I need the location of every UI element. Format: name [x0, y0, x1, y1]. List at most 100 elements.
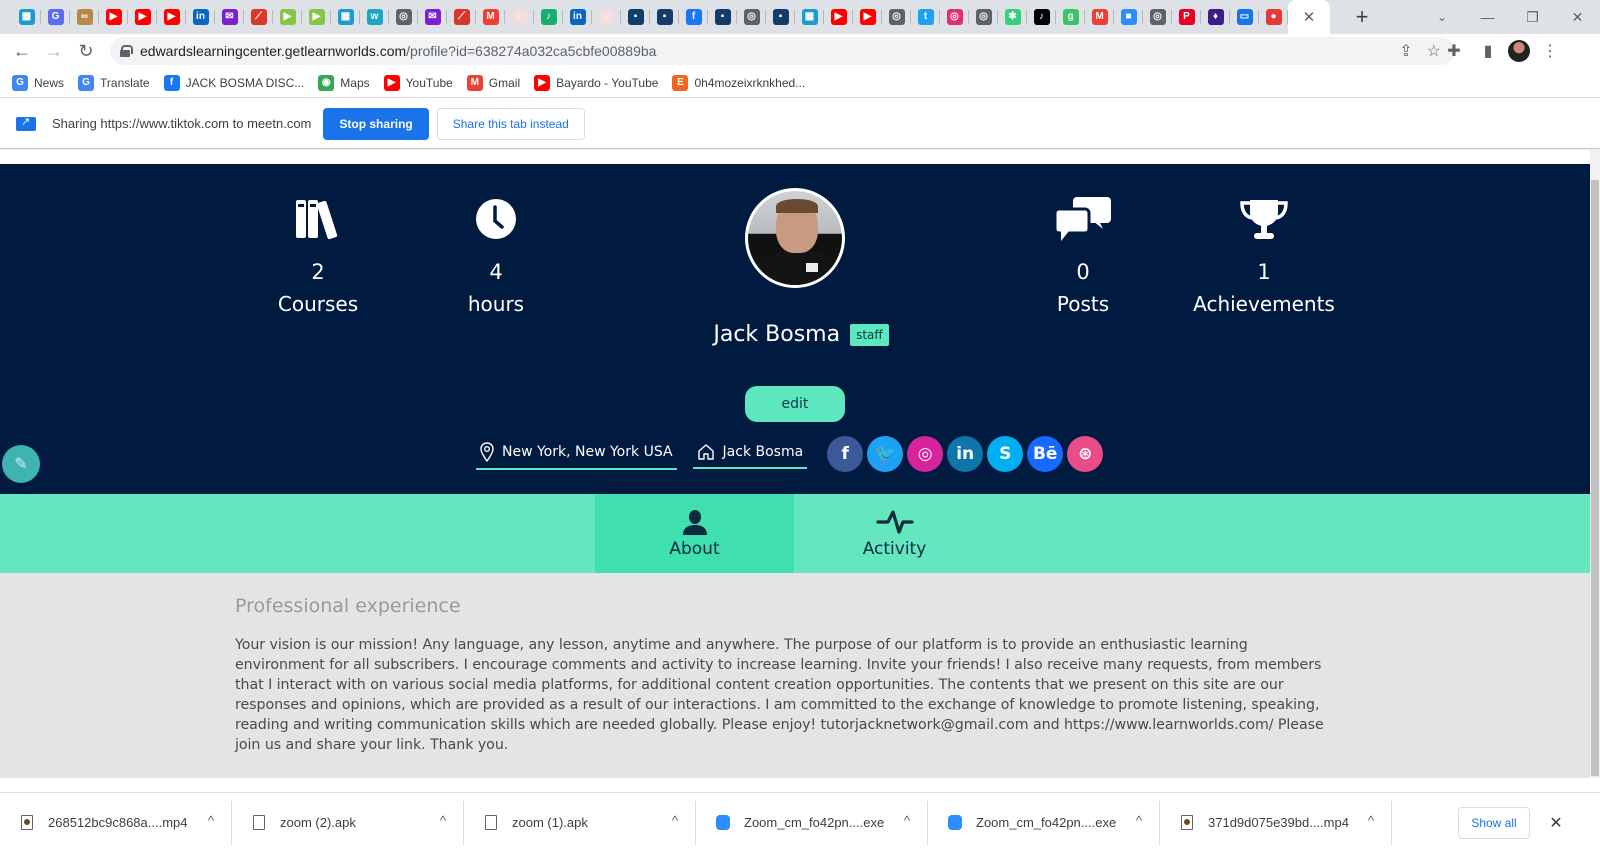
chevron-up-icon[interactable]: ^: [672, 813, 678, 828]
bookmark-item[interactable]: ▶ Bayardo - YouTube: [534, 74, 658, 91]
browser-tab[interactable]: ◎: [389, 0, 418, 34]
browser-tab[interactable]: ▶: [157, 0, 186, 34]
browser-tab[interactable]: ♪: [1027, 0, 1056, 34]
facebook-icon[interactable]: f: [827, 436, 864, 472]
share-icon[interactable]: ⇪: [1399, 41, 1412, 61]
active-browser-tab[interactable]: ✕: [1288, 0, 1330, 34]
browser-tab[interactable]: ▶: [273, 0, 302, 34]
browser-tab[interactable]: ♦: [1201, 0, 1230, 34]
browser-tab[interactable]: ■: [1114, 0, 1143, 34]
address-bar[interactable]: edwardslearningcenter.getlearnworlds.com…: [110, 37, 1455, 65]
download-item[interactable]: zoom (1).apk ^: [464, 793, 696, 853]
website-link[interactable]: Jack Bosma: [692, 439, 808, 469]
extensions-icon[interactable]: ✚: [1440, 37, 1468, 65]
tab-about[interactable]: About: [595, 494, 794, 582]
browser-tab[interactable]: f: [679, 0, 708, 34]
browser-tab[interactable]: ◎: [737, 0, 766, 34]
browser-tab[interactable]: ▶: [853, 0, 882, 34]
browser-tab[interactable]: ▦: [12, 0, 41, 34]
maximize-button[interactable]: ❐: [1510, 0, 1555, 34]
browser-tab[interactable]: G: [41, 0, 70, 34]
download-item[interactable]: Zoom_cm_fo42pn....exe ^: [928, 793, 1160, 853]
close-tab-icon[interactable]: ✕: [1303, 8, 1316, 26]
browser-tab[interactable]: ▶: [824, 0, 853, 34]
share-this-tab-button[interactable]: Share this tab instead: [436, 107, 585, 140]
linkedin-icon[interactable]: in: [947, 436, 984, 472]
close-downloads-button[interactable]: ✕: [1540, 807, 1572, 839]
browser-tab[interactable]: ⟋: [447, 0, 476, 34]
twitter-icon[interactable]: 🐦: [867, 436, 904, 472]
browser-tab[interactable]: t: [911, 0, 940, 34]
download-item[interactable]: zoom (2).apk ^: [232, 793, 464, 853]
browser-tab[interactable]: ○: [505, 0, 534, 34]
browser-tab[interactable]: ✱: [998, 0, 1027, 34]
bookmark-item[interactable]: G Translate: [78, 74, 150, 91]
new-tab-button[interactable]: +: [1348, 4, 1376, 30]
stat-posts[interactable]: 0 Posts: [993, 196, 1173, 316]
browser-tab[interactable]: ▦: [331, 0, 360, 34]
browser-tab[interactable]: ▦: [795, 0, 824, 34]
chevron-up-icon[interactable]: ^: [208, 813, 214, 828]
browser-tab[interactable]: ♪: [534, 0, 563, 34]
skype-icon[interactable]: S: [987, 436, 1024, 472]
reload-button[interactable]: ↻: [70, 35, 102, 67]
browser-tab[interactable]: ✉: [418, 0, 447, 34]
browser-tab[interactable]: ✉: [215, 0, 244, 34]
location-link[interactable]: New York, New York USA: [476, 438, 677, 470]
tab-activity[interactable]: Activity: [795, 494, 994, 573]
bookmark-item[interactable]: E 0h4mozeixrknkhed...: [672, 74, 805, 91]
bookmark-item[interactable]: f JACK BOSMA DISC...: [163, 74, 304, 91]
browser-tab[interactable]: ▪: [621, 0, 650, 34]
back-button[interactable]: ←: [6, 35, 38, 67]
browser-tab[interactable]: ∞: [70, 0, 99, 34]
browser-tab[interactable]: ●: [1259, 0, 1288, 34]
menu-icon[interactable]: ⋮: [1536, 37, 1564, 65]
browser-tab[interactable]: ▶: [302, 0, 331, 34]
side-panel-icon[interactable]: ▮: [1474, 37, 1502, 65]
behance-icon[interactable]: Bē: [1027, 436, 1064, 472]
browser-tab[interactable]: ◎: [969, 0, 998, 34]
page-scrollbar[interactable]: [1590, 150, 1600, 778]
scrollbar-thumb[interactable]: [1591, 180, 1599, 776]
browser-tab[interactable]: ○: [592, 0, 621, 34]
bookmark-item[interactable]: ▶ YouTube: [383, 74, 453, 91]
chevron-up-icon[interactable]: ^: [904, 813, 910, 828]
browser-tab[interactable]: ⟋: [244, 0, 273, 34]
browser-tab[interactable]: ▶: [99, 0, 128, 34]
dribbble-icon[interactable]: ⊛: [1067, 436, 1104, 472]
minimize-button[interactable]: —: [1465, 0, 1510, 34]
browser-tab[interactable]: ◎: [940, 0, 969, 34]
stat-courses[interactable]: 2 Courses: [228, 196, 408, 316]
browser-tab[interactable]: w: [360, 0, 389, 34]
close-window-button[interactable]: ✕: [1555, 0, 1600, 34]
stop-sharing-button[interactable]: Stop sharing: [323, 107, 429, 140]
browser-tab[interactable]: ◎: [1143, 0, 1172, 34]
download-item[interactable]: Zoom_cm_fo42pn....exe ^: [696, 793, 928, 853]
floating-edit-button[interactable]: ✎: [2, 445, 40, 483]
browser-tab[interactable]: ▭: [1230, 0, 1259, 34]
stat-achievements[interactable]: 1 Achievements: [1174, 196, 1354, 316]
profile-avatar[interactable]: [1508, 40, 1530, 62]
browser-tab[interactable]: P: [1172, 0, 1201, 34]
browser-tab[interactable]: g: [1056, 0, 1085, 34]
bookmark-star-icon[interactable]: ☆: [1427, 41, 1441, 61]
download-item[interactable]: 371d9d075e39bd....mp4 ^: [1160, 793, 1392, 853]
browser-tab[interactable]: ▪: [708, 0, 737, 34]
browser-tab[interactable]: in: [563, 0, 592, 34]
bookmark-item[interactable]: M Gmail: [466, 74, 520, 91]
url-text[interactable]: edwardslearningcenter.getlearnworlds.com…: [140, 43, 656, 59]
browser-tab[interactable]: M: [1085, 0, 1114, 34]
browser-tab[interactable]: ◎: [882, 0, 911, 34]
browser-tab[interactable]: ▶: [128, 0, 157, 34]
bookmark-item[interactable]: G News: [12, 74, 64, 91]
bookmark-item[interactable]: ◉ Maps: [318, 74, 370, 91]
download-item[interactable]: 268512bc9c868a....mp4 ^: [0, 793, 232, 853]
chevron-up-icon[interactable]: ^: [1368, 813, 1374, 828]
show-all-downloads-button[interactable]: Show all: [1458, 807, 1530, 839]
browser-tab[interactable]: ▪: [766, 0, 795, 34]
chevron-up-icon[interactable]: ^: [440, 813, 446, 828]
browser-tab[interactable]: M: [476, 0, 505, 34]
edit-profile-button[interactable]: edit: [745, 386, 845, 422]
chevron-up-icon[interactable]: ^: [1136, 813, 1142, 828]
tab-search-button[interactable]: ⌄: [1428, 0, 1456, 34]
